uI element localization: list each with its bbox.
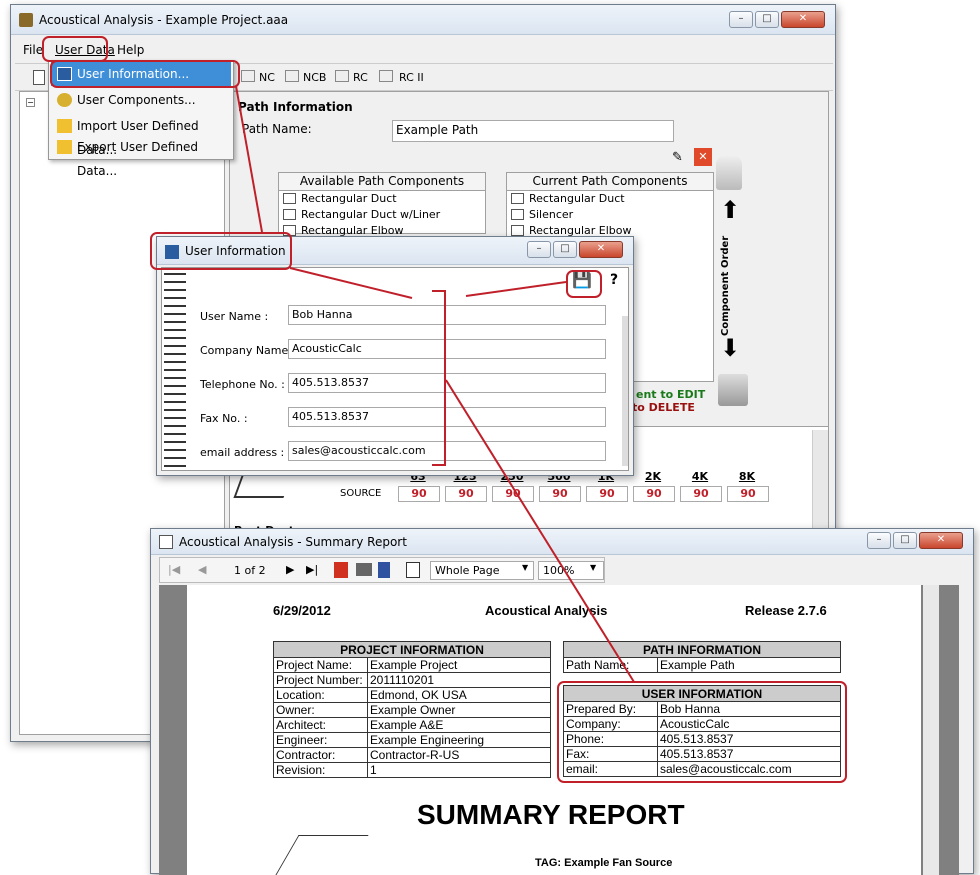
annotation-line <box>235 85 263 233</box>
annotation-line <box>465 281 567 297</box>
annotation-lines <box>235 85 635 683</box>
annotation-line <box>445 379 635 683</box>
annotation-line <box>289 267 413 299</box>
